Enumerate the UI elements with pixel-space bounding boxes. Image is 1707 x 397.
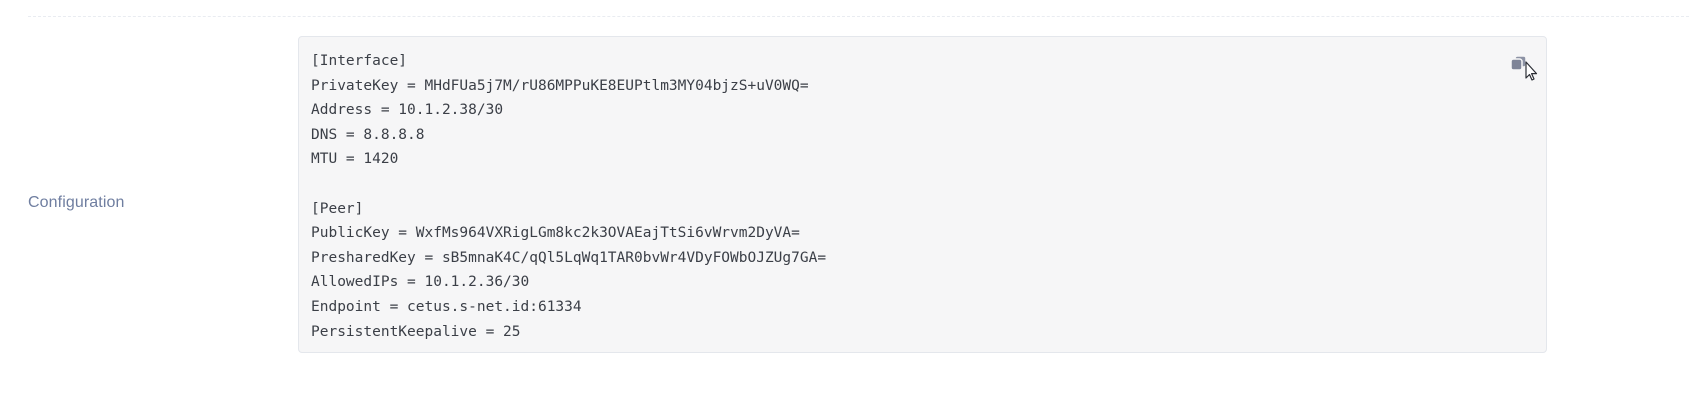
config-line: PublicKey = WxfMs964VXRigLGm8kc2k3OVAEaj… [311,225,800,242]
section-divider [28,16,1689,17]
config-line: MTU = 1420 [311,151,399,168]
config-line: [Interface] [311,53,408,69]
copy-icon [1510,55,1538,81]
config-line: DNS = 8.8.8.8 [311,126,425,143]
config-line: Address = 10.1.2.38/30 [311,102,504,119]
config-line: AllowedIPs = 10.1.2.36/30 [311,274,530,291]
config-line: [Peer] [311,200,364,217]
config-line [311,172,826,197]
copy-button[interactable] [1508,53,1538,83]
config-line: PrivateKey = MHdFUa5j7M/rU86MPPuKE8EUPtl… [311,77,809,94]
configuration-code-block: [Interface] PrivateKey = MHdFUa5j7M/rU86M… [298,36,1547,353]
mouse-pointer-icon [1525,61,1538,81]
configuration-text: [Interface] PrivateKey = MHdFUa5j7M/rU86M… [311,49,826,344]
config-line: PersistentKeepalive = 25 [311,323,521,340]
configuration-label: Configuration [28,194,125,211]
config-line: Endpoint = cetus.s-net.id:61334 [311,298,582,315]
config-line: PresharedKey = sB5mnaK4C/qQl5LqWq1TAR0bv… [311,249,827,266]
